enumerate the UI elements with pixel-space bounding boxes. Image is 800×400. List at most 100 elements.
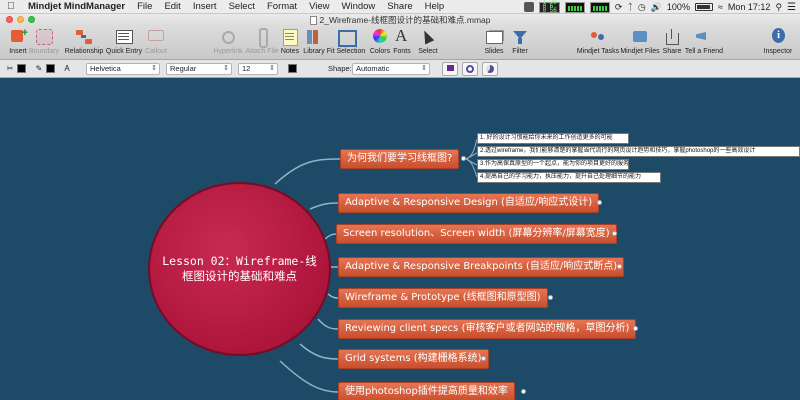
zoom-window-button[interactable] — [28, 16, 35, 23]
topic-expand-dot[interactable] — [633, 326, 638, 331]
menu-view[interactable]: View — [303, 1, 335, 12]
boundary-button[interactable]: Boundary — [22, 28, 66, 55]
filter-label: Filter — [512, 48, 528, 55]
menu-app-name[interactable]: Mindjet MindManager — [22, 1, 131, 12]
topic-adaptive-design[interactable]: Adaptive & Responsive Design (自适应/响应式设计) — [338, 193, 600, 213]
status-area: 1 20 0 6 0 56 ⟳ ᛏ ◷ 🔊 100% ≈ Mon 17:12 ⚲… — [524, 0, 796, 14]
shape-select[interactable]: Automatic — [352, 63, 430, 75]
menu-file[interactable]: File — [131, 1, 158, 12]
library-icon — [304, 28, 324, 46]
select-icon — [418, 28, 438, 46]
document-icon — [309, 15, 317, 25]
subtopic-note-4[interactable]: 4.提高自己的学习能力，执压能力，提升自己处理细节的能力 — [477, 172, 661, 183]
mindjet-tasks-label: Mindjet Tasks — [576, 48, 620, 55]
notification-center-icon[interactable]: ☰ — [787, 2, 796, 13]
paint-bucket-icon[interactable]: ✂ — [3, 63, 17, 75]
files-icon — [630, 28, 650, 46]
select-button[interactable]: Select — [406, 28, 450, 55]
map-canvas[interactable]: Lesson 02：Wireframe-线框图设计的基础和难点 为何我们要学习线… — [0, 79, 800, 400]
menu-insert[interactable]: Insert — [187, 1, 223, 12]
bluetooth-icon[interactable]: ᛏ — [627, 2, 632, 12]
hyperlink-label: Hyperlink — [213, 48, 243, 55]
topic-grid-systems[interactable]: Grid systems (构建栅格系统) — [338, 349, 489, 369]
subtopic-note-2[interactable]: 2.透过wireframe，我们能够清楚的掌握当代流行的网页设计趋势和技巧，掌握… — [477, 146, 800, 157]
topic-expand-dot[interactable] — [548, 295, 553, 300]
apple-menu-icon[interactable]:  — [0, 1, 22, 12]
menu-format[interactable]: Format — [261, 1, 303, 12]
timemachine-icon[interactable]: ◷ — [638, 2, 646, 13]
callout-label: Callout — [145, 48, 167, 55]
menu-share[interactable]: Share — [381, 1, 418, 12]
subtopic-note-1[interactable]: 1. 好的设计习惯能给你未来的工作创造更多的可能 — [477, 133, 629, 144]
clock[interactable]: Mon 17:12 — [728, 2, 771, 12]
volume-icon[interactable]: 🔊 — [651, 2, 662, 13]
minimize-window-button[interactable] — [17, 16, 24, 23]
tasks-icon — [588, 28, 608, 46]
progress-button[interactable] — [482, 62, 498, 76]
text-color-swatch[interactable] — [288, 64, 297, 73]
spotlight-icon[interactable]: ⚲ — [775, 2, 782, 13]
topic-expand-dot[interactable] — [461, 156, 466, 161]
sync-icon[interactable]: ⟳ — [615, 2, 623, 13]
tell-a-friend-button[interactable]: Tell a Friend — [682, 28, 726, 55]
battery-icon[interactable] — [694, 3, 713, 11]
activity-graph-icon[interactable] — [564, 1, 585, 13]
topic-expand-dot[interactable] — [597, 200, 602, 205]
font-size-select[interactable]: 12 — [238, 63, 278, 75]
topic-expand-dot[interactable] — [617, 264, 622, 269]
menu-window[interactable]: Window — [336, 1, 382, 12]
window-titlebar: 2_Wireframe-线框图设计的基础和难点.mmap — [0, 14, 800, 26]
filter-icon — [510, 28, 530, 46]
share-icon — [662, 28, 682, 46]
topic-screen-resolution[interactable]: Screen resolution、Screen width (屏幕分辨率/屏幕… — [336, 224, 617, 244]
topic-expand-dot[interactable] — [612, 231, 617, 236]
topic-expand-dot[interactable] — [521, 389, 526, 394]
boundary-icon — [34, 28, 54, 46]
relationship-button[interactable]: Relationship — [62, 28, 106, 55]
menu-help[interactable]: Help — [419, 1, 451, 12]
topic-breakpoints[interactable]: Adaptive & Responsive Breakpoints (自适应/响… — [338, 257, 625, 277]
font-style-select[interactable]: Regular — [166, 63, 232, 75]
window-controls — [6, 16, 35, 23]
share-label: Share — [662, 48, 682, 55]
task-priority-button[interactable] — [462, 62, 478, 76]
font-color-icon[interactable]: A — [60, 63, 74, 75]
line-color-swatch[interactable] — [46, 64, 55, 73]
font-family-select[interactable]: Helvetica — [86, 63, 160, 75]
topic-why-wireframe[interactable]: 为何我们要学习线框图? — [340, 149, 460, 169]
topic-client-specs[interactable]: Reviewing client specs (审核客户或者网站的规格，草图分析… — [338, 319, 637, 339]
inspector-button[interactable]: Inspector — [756, 28, 800, 55]
menu-edit[interactable]: Edit — [158, 1, 186, 12]
mindjet-tasks-button[interactable]: Mindjet Tasks — [576, 28, 620, 55]
branch-line — [274, 158, 341, 185]
callout-button[interactable]: Callout — [134, 28, 178, 55]
network-graph-icon[interactable] — [589, 1, 610, 13]
menu-select[interactable]: Select — [223, 1, 261, 12]
callout-icon — [146, 28, 166, 46]
wifi-icon[interactable]: ≈ — [718, 2, 723, 12]
central-topic[interactable]: Lesson 02：Wireframe-线框图设计的基础和难点 — [148, 182, 331, 356]
fill-color-swatch[interactable] — [17, 64, 26, 73]
cpu-monitor[interactable]: 1 20 0 6 0 56 — [539, 0, 560, 14]
filter-button[interactable]: Filter — [498, 28, 542, 55]
relationship-label: Relationship — [64, 48, 104, 55]
format-bar: ✂ ✎ A Helvetica Regular 12 Shape: Automa… — [0, 60, 800, 78]
topic-photoshop-plugins[interactable]: 使用photoshop插件提高质量和效率 — [338, 382, 515, 400]
tell-a-friend-label: Tell a Friend — [684, 48, 724, 55]
status-app-icon[interactable] — [524, 2, 535, 12]
subtopic-note-3[interactable]: 3.作为高保真原型的一个起点，能为你的项目更好的服务 — [477, 159, 629, 170]
line-tool-icon[interactable]: ✎ — [32, 63, 46, 75]
cpu-readout-line: 0 56 — [542, 7, 557, 14]
topic-expand-dot[interactable] — [481, 356, 486, 361]
branch-line — [299, 343, 339, 360]
flag-icon — [447, 65, 454, 71]
inspector-label: Inspector — [763, 48, 793, 55]
topic-wireframe-prototype[interactable]: Wireframe & Prototype (线框图和原型图) — [338, 288, 548, 308]
close-window-button[interactable] — [6, 16, 13, 23]
main-toolbar: Insert Boundary Relationship Quick Entry… — [0, 26, 800, 60]
flag-icon-button[interactable] — [442, 62, 458, 76]
subtopic-notes: 1. 好的设计习惯能给你未来的工作创造更多的可能 2.透过wireframe，我… — [477, 133, 800, 183]
quick-entry-icon — [114, 28, 134, 46]
fit-selection-icon — [336, 28, 357, 47]
branch-line — [279, 360, 339, 393]
